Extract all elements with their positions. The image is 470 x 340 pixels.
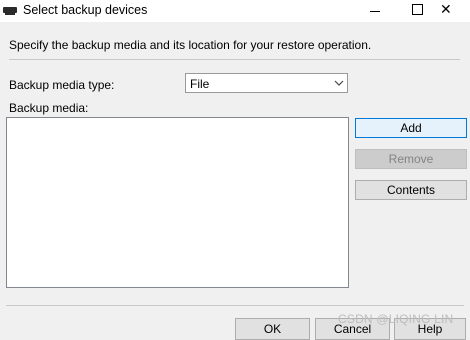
app-icon (3, 7, 17, 15)
title-bar: Select backup devices ✕ (0, 0, 470, 22)
divider (9, 59, 460, 60)
selected-media-type: File (190, 77, 210, 91)
instruction-text: Specify the backup media and its locatio… (9, 38, 372, 52)
contents-button[interactable]: Contents (355, 180, 467, 200)
backup-media-label: Backup media: (9, 101, 89, 115)
watermark-text: CSDN @LIQING LIN (338, 312, 454, 326)
backup-media-list[interactable] (6, 117, 349, 288)
remove-button[interactable]: Remove (355, 149, 467, 169)
add-button[interactable]: Add (355, 118, 467, 138)
minimize-icon[interactable] (356, 0, 396, 22)
backup-media-type-dropdown[interactable]: File (185, 73, 348, 93)
chevron-down-icon (334, 80, 344, 86)
backup-media-type-label: Backup media type: (9, 78, 115, 92)
ok-button[interactable]: OK (235, 318, 310, 340)
footer-divider (6, 305, 464, 306)
window-title: Select backup devices (23, 3, 148, 17)
close-icon[interactable]: ✕ (430, 0, 470, 22)
